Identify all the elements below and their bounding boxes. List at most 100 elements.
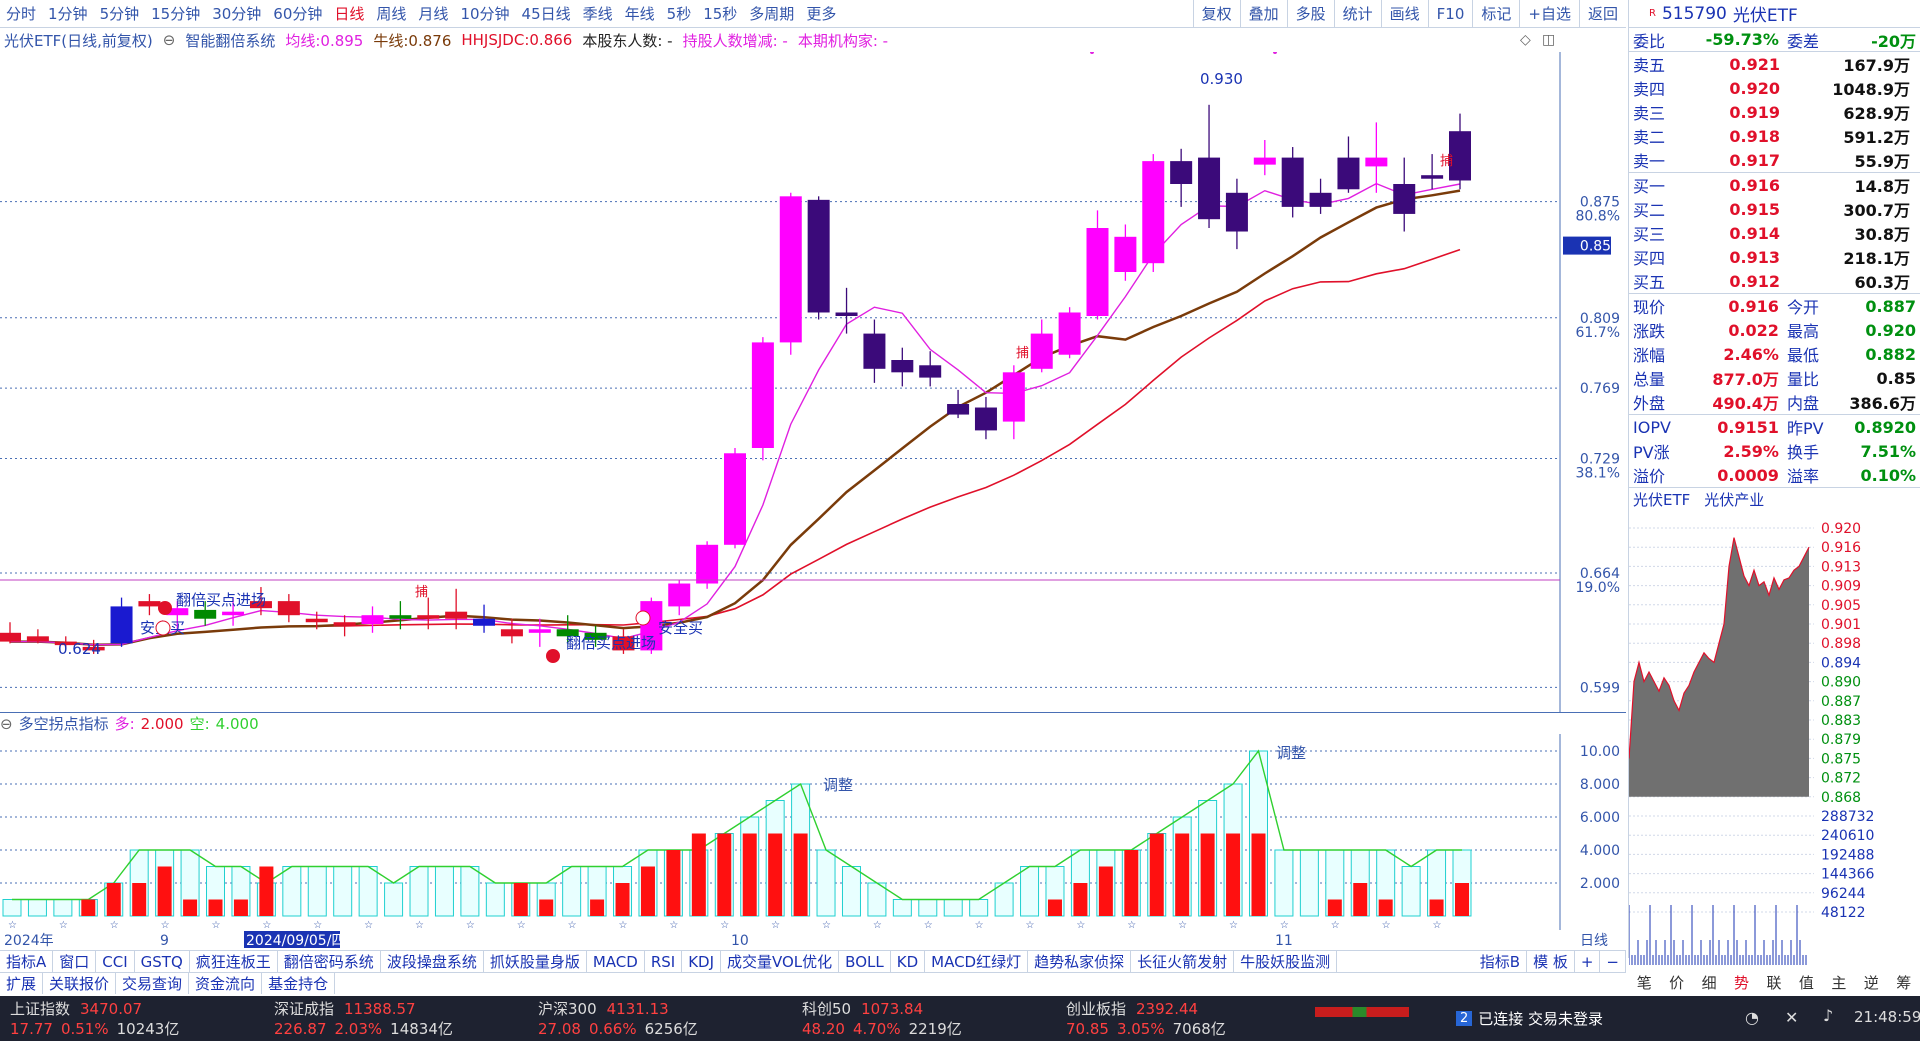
indicator-tab[interactable]: 牛股妖股监测 (1234, 951, 1338, 972)
period-tab[interactable]: 30分钟 (206, 3, 267, 24)
indicator-tab[interactable]: RSI (645, 951, 683, 972)
indicator-tab-right[interactable]: 模 板 (1527, 951, 1575, 972)
book-price: 0.912 (1729, 271, 1780, 291)
sub-tab[interactable]: 交易查询 (116, 973, 190, 994)
tool-button[interactable]: 统计 (1333, 0, 1381, 28)
indicator-tab[interactable]: CCI (96, 951, 135, 972)
window-icon[interactable]: ◫ (1542, 32, 1555, 48)
candle-body (668, 583, 691, 607)
book-price: 0.920 (1729, 78, 1780, 98)
panel-tab[interactable]: 细 (1702, 972, 1717, 994)
period-tab[interactable]: 季线 (577, 3, 619, 24)
candle-body (277, 601, 300, 616)
star-marker: ☆ (1433, 920, 1442, 930)
sub-tab[interactable]: 基金持仓 (262, 973, 336, 994)
sub-tab[interactable]: 关联报价 (43, 973, 117, 994)
period-tab[interactable]: 更多 (800, 3, 842, 24)
index-item[interactable]: 沪深300 4131.13 (538, 998, 788, 1019)
indicator-tab[interactable]: 疯狂连板王 (190, 951, 278, 972)
period-tab[interactable]: 15分钟 (145, 3, 206, 24)
indicator-tab[interactable]: 窗口 (53, 951, 97, 972)
index-item[interactable]: 深证成指 11388.57 (274, 998, 524, 1019)
indicator-tab[interactable]: 抓妖股量身版 (484, 951, 587, 972)
period-tab[interactable]: 60分钟 (267, 3, 328, 24)
diamond-icon[interactable]: ◇ (1520, 32, 1531, 48)
panel-tab[interactable]: 联 (1766, 972, 1781, 994)
indicator-tab[interactable]: BOLL (839, 951, 891, 972)
indicator-tab[interactable]: 趋势私家侦探 (1028, 951, 1132, 972)
duo-bar (513, 883, 528, 916)
indicator-tab[interactable]: GSTQ (135, 951, 190, 972)
index-name: 上证指数 (10, 1000, 71, 1018)
indicator-tab-right[interactable]: + (1575, 951, 1601, 972)
bid-book: 买一 0.916 14.8万 买二 0.915 300.7万 买三 0.914 30.8万 买四 0… (1629, 173, 1920, 294)
tool-button[interactable]: 叠加 (1239, 0, 1287, 28)
period-tab[interactable]: 5分钟 (94, 3, 146, 24)
period-tab[interactable]: 年线 (619, 3, 661, 24)
period-tab[interactable]: 分时 (0, 3, 42, 24)
tool-button[interactable]: 画线 (1380, 0, 1428, 28)
indicator-tab[interactable]: MACD (587, 951, 645, 972)
kong-bar (994, 882, 1014, 917)
period-tab[interactable]: 月线 (412, 3, 454, 24)
period-tab[interactable]: 5秒 (661, 3, 698, 24)
book-label: 卖三 (1633, 104, 1666, 123)
indicator-tab[interactable]: 指标A (0, 951, 54, 972)
duo-bar (717, 833, 732, 916)
price-axis-label: 0.599 (1580, 680, 1620, 696)
period-toolbar: 分时 1分钟 5分钟 15分钟 30分钟 60分钟 日线 周线 月线 10分钟 45日线 季线 年线 5秒… (0, 0, 1626, 28)
index-item[interactable]: 上证指数 3470.07 (10, 998, 260, 1019)
indicator-tab[interactable]: KDJ (682, 951, 721, 972)
panel-tab[interactable]: 笔 (1637, 972, 1652, 994)
index-value: 3470.07 (80, 1000, 143, 1018)
candle-body (807, 199, 830, 313)
tool-button[interactable]: +自选 (1519, 0, 1579, 28)
index-name: 沪深300 (538, 1000, 597, 1018)
panel-tab[interactable]: 价 (1669, 972, 1684, 994)
indicator-tab[interactable]: 成交量VOL优化 (721, 951, 840, 972)
tool-button[interactable]: 多股 (1286, 0, 1334, 28)
sub-tab[interactable]: 扩展 (0, 973, 44, 994)
period-tab[interactable]: 周线 (370, 3, 412, 24)
period-tab[interactable]: 日线 (328, 3, 370, 24)
index-item[interactable]: 创业板指 2392.44 (1066, 998, 1316, 1019)
candle-body (1002, 372, 1025, 422)
indicator-tab-right[interactable]: 指标B (1474, 951, 1528, 972)
candle-body (194, 609, 217, 619)
stat-value: 2.59% (1723, 441, 1779, 461)
indicator-tab[interactable]: MACD红绿灯 (925, 951, 1029, 972)
indicator-tab-right[interactable]: − (1600, 951, 1626, 972)
period-tab[interactable]: 多周期 (743, 3, 800, 24)
price-axis-label: 38.1% (1576, 466, 1620, 482)
bell-icon[interactable]: ♪ (1823, 1006, 1833, 1025)
tool-button[interactable]: 标记 (1472, 0, 1519, 28)
search-icon[interactable]: ◔ (1745, 1008, 1759, 1027)
tool-button[interactable]: F10 (1427, 0, 1473, 28)
tool-button[interactable]: 返回 (1578, 0, 1626, 28)
panel-tab[interactable]: 势 (1734, 972, 1749, 994)
period-tab[interactable]: 1分钟 (42, 3, 94, 24)
indicator-tab[interactable]: 翻倍密码系统 (278, 951, 381, 972)
kong-bar (53, 899, 73, 917)
indicator-tab[interactable]: 波段操盘系统 (381, 951, 484, 972)
stats-block: 现价 0.916 今开 0.887 涨跌 0.022 最高 0.920 涨幅 2.46% 最低 0.8… (1629, 294, 1920, 415)
panel-tab[interactable]: 值 (1799, 972, 1814, 994)
index-item[interactable]: 科创50 1073.84 (802, 998, 1052, 1019)
connection-text: 已连接 交易未登录 (1478, 1010, 1604, 1028)
panel-tab[interactable]: 逆 (1864, 972, 1879, 994)
panel-tab[interactable]: 筹 (1896, 972, 1911, 994)
mini-tab[interactable]: 光伏产业 (1704, 489, 1764, 510)
sub-tab[interactable]: 资金流向 (189, 973, 263, 994)
period-tab[interactable]: 10分钟 (454, 3, 515, 24)
mini-tab[interactable]: 光伏ETF (1633, 489, 1690, 510)
period-tab[interactable]: 15秒 (697, 3, 743, 24)
panel-tab[interactable]: 主 (1831, 972, 1846, 994)
indicator-tab[interactable]: 长征火箭发射 (1131, 951, 1235, 972)
connection-status[interactable]: 2 已连接 交易未登录 (1456, 1008, 1603, 1029)
tools-icon[interactable]: ✕ (1785, 1008, 1798, 1027)
period-tab[interactable]: 45日线 (516, 3, 577, 24)
indicator-tab[interactable]: KD (891, 951, 926, 972)
index-chg: 226.87 (274, 1020, 327, 1038)
tool-button[interactable]: 复权 (1192, 0, 1240, 28)
index-amount: 14834亿 (390, 1020, 453, 1038)
